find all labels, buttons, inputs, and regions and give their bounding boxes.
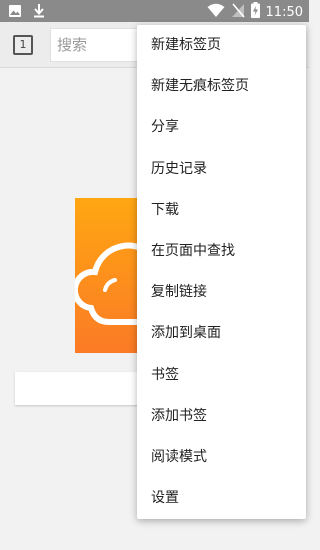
no-sim-icon	[231, 2, 245, 22]
wifi-icon	[207, 3, 225, 22]
battery-charging-icon	[250, 2, 260, 22]
menu-item-downloads[interactable]: 下载	[137, 190, 306, 231]
status-bar: 11:50	[0, 0, 309, 22]
menu-item-add-to-home[interactable]: 添加到桌面	[137, 313, 306, 354]
menu-item-bookmarks[interactable]: 书签	[137, 355, 306, 396]
menu-item-new-incognito-tab[interactable]: 新建无痕标签页	[137, 66, 306, 107]
menu-item-share[interactable]: 分享	[137, 107, 306, 148]
image-icon	[8, 3, 22, 22]
menu-item-reader-mode[interactable]: 阅读模式	[137, 437, 306, 478]
download-icon	[32, 3, 46, 22]
menu-item-settings[interactable]: 设置	[137, 478, 306, 519]
overflow-menu: 新建标签页 新建无痕标签页 分享 历史记录 下载 在页面中查找 复制链接 添加到…	[137, 25, 306, 519]
menu-item-copy-link[interactable]: 复制链接	[137, 272, 306, 313]
tab-switcher-button[interactable]: 1	[13, 35, 33, 55]
clock: 11:50	[265, 4, 303, 20]
menu-item-add-bookmark[interactable]: 添加书签	[137, 396, 306, 437]
home-search-box[interactable]	[15, 372, 155, 405]
menu-item-find-in-page[interactable]: 在页面中查找	[137, 231, 306, 272]
menu-item-new-tab[interactable]: 新建标签页	[137, 25, 306, 66]
menu-item-history[interactable]: 历史记录	[137, 149, 306, 190]
